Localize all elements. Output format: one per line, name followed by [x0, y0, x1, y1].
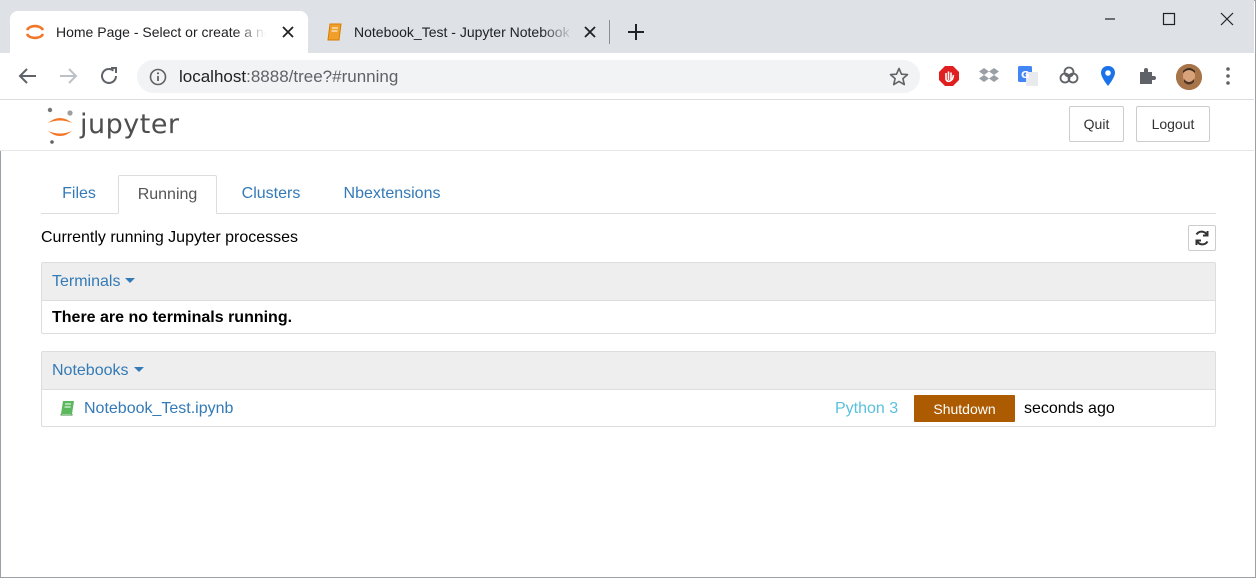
link-extension-icon[interactable]	[1057, 64, 1081, 88]
jupyter-favicon-icon	[25, 24, 45, 40]
terminals-panel: Terminals There are no terminals running…	[41, 262, 1216, 334]
reload-icon[interactable]	[97, 64, 121, 88]
refresh-button[interactable]	[1188, 225, 1216, 251]
kernel-name: Python 3	[835, 400, 899, 417]
window-close-icon[interactable]	[1206, 6, 1246, 34]
bookmark-star-icon[interactable]	[888, 66, 910, 88]
browser-toolbar: localhost:8888/tree?#running G	[0, 53, 1254, 100]
url-path: :8888/tree?#running	[246, 67, 399, 86]
terminals-panel-header: Terminals	[42, 263, 1215, 301]
jupyter-logo[interactable]: jupyter	[44, 104, 184, 146]
browser-tab-notebook[interactable]: Notebook_Test - Jupyter Notebook	[314, 11, 610, 53]
last-activity-time: seconds ago	[1024, 400, 1115, 417]
notebook-favicon-icon	[327, 23, 342, 41]
caret-down-icon	[133, 367, 144, 373]
notebook-book-icon	[60, 401, 74, 416]
terminals-toggle[interactable]: Terminals	[52, 273, 136, 291]
notebooks-panel-header: Notebooks	[42, 352, 1215, 390]
tab-separator	[609, 20, 610, 44]
list-item: Notebook_Test.ipynb Python 3 Shutdown se…	[42, 390, 1215, 427]
dashboard-tabs: Files Running Clusters Nbextensions	[41, 175, 1216, 214]
running-status-text: Currently running Jupyter processes	[41, 229, 299, 246]
browser-tab-title: Notebook_Test - Jupyter Notebook	[354, 24, 570, 40]
shutdown-button[interactable]: Shutdown	[914, 395, 1015, 422]
notebook-link[interactable]: Notebook_Test.ipynb	[84, 400, 233, 418]
notebooks-toggle[interactable]: Notebooks	[52, 362, 144, 380]
back-arrow-icon[interactable]	[16, 64, 40, 88]
minimize-icon[interactable]	[1090, 6, 1130, 34]
notebooks-panel: Notebooks Notebook_Test.ipynb Python 3 S…	[41, 351, 1216, 427]
url-host: localhost	[179, 67, 247, 86]
tab-running[interactable]: Running	[118, 175, 217, 214]
notebooks-title: Notebooks	[52, 362, 129, 379]
extensions-puzzle-icon[interactable]	[1136, 64, 1160, 88]
more-menu-icon[interactable]	[1216, 64, 1240, 88]
new-tab-plus-icon[interactable]	[624, 20, 648, 44]
browser-tab-home[interactable]: Home Page - Select or create a notebook	[10, 11, 308, 53]
close-icon[interactable]	[278, 22, 298, 42]
dropbox-extension-icon[interactable]	[977, 64, 1001, 88]
jupyter-header: jupyter Quit Logout	[0, 100, 1254, 151]
terminals-body: There are no terminals running.	[42, 301, 1215, 334]
no-terminals-message: There are no terminals running.	[52, 309, 293, 326]
maximize-icon[interactable]	[1148, 6, 1188, 34]
tab-clusters[interactable]: Clusters	[221, 175, 321, 213]
url-text[interactable]: localhost:8888/tree?#running	[179, 67, 398, 87]
jupyter-logo-icon	[47, 107, 73, 144]
terminals-title: Terminals	[52, 273, 121, 290]
caret-down-icon	[125, 278, 136, 284]
address-bar[interactable]: localhost:8888/tree?#running	[137, 60, 920, 93]
tab-files[interactable]: Files	[41, 175, 117, 213]
info-icon[interactable]	[149, 68, 167, 86]
close-icon[interactable]	[580, 22, 600, 42]
logout-button[interactable]: Logout	[1136, 106, 1210, 142]
location-pin-extension-icon[interactable]	[1096, 64, 1120, 88]
quit-button[interactable]: Quit	[1069, 106, 1124, 142]
browser-tab-title: Home Page - Select or create a notebook	[56, 24, 266, 40]
jupyter-logo-text: jupyter	[80, 109, 180, 140]
forward-arrow-icon[interactable]	[56, 64, 80, 88]
svg-text:G: G	[1021, 70, 1029, 81]
profile-avatar[interactable]	[1176, 64, 1202, 90]
profile-avatar-image	[1176, 64, 1202, 90]
refresh-icon	[1195, 230, 1209, 246]
tab-nbextensions[interactable]: Nbextensions	[326, 175, 458, 213]
adblock-extension-icon[interactable]	[937, 64, 961, 88]
google-translate-extension-icon[interactable]: G	[1016, 64, 1040, 88]
tab-strip: Home Page - Select or create a notebook …	[0, 0, 1254, 53]
